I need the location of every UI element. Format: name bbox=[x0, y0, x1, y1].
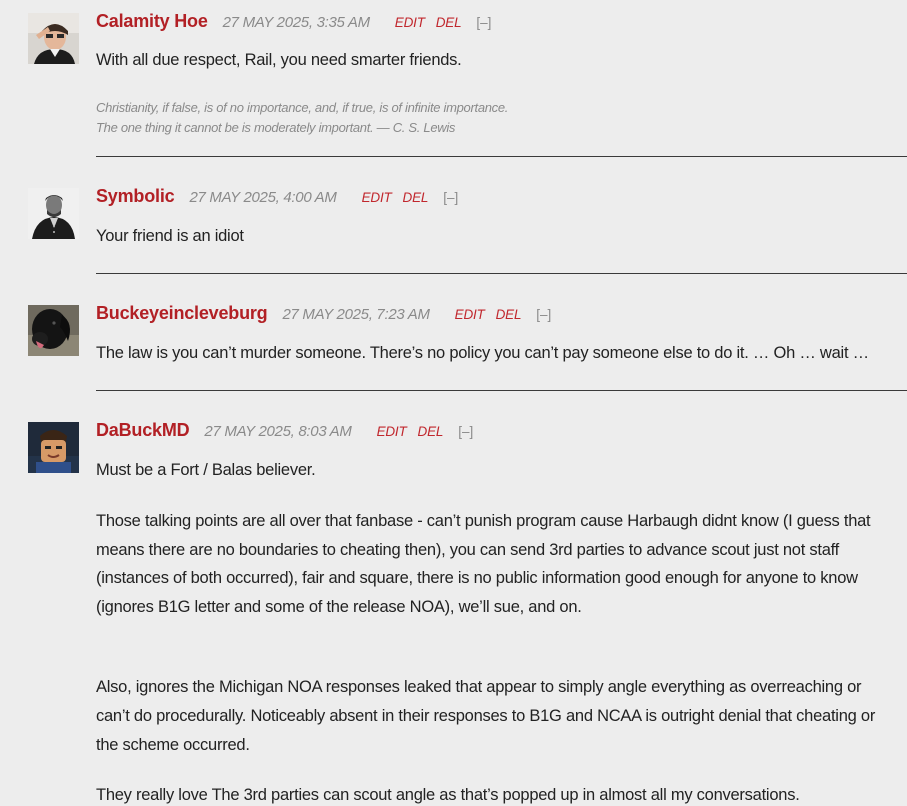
comment-paragraph: Must be a Fort / Balas believer. bbox=[96, 461, 316, 479]
user-signature: Christianity, if false, is of no importa… bbox=[96, 98, 896, 138]
author-name[interactable]: Calamity Hoe bbox=[96, 11, 208, 32]
delete-button[interactable]: DEL bbox=[418, 424, 444, 439]
comment-divider bbox=[96, 390, 907, 391]
author-name[interactable]: DaBuckMD bbox=[96, 420, 190, 441]
collapse-button[interactable]: [–] bbox=[458, 424, 473, 439]
comment-body: Must be a Fort / Balas believer. Those t… bbox=[96, 456, 896, 806]
comment-header: Buckeyeincleveburg 27 MAY 2025, 7:23 AM … bbox=[96, 303, 551, 327]
comment-body: With all due respect, Rail, you need sma… bbox=[96, 46, 896, 75]
avatar-general-portrait-icon[interactable] bbox=[28, 188, 79, 239]
comment-paragraph: They really love The 3rd parties can sco… bbox=[96, 786, 800, 805]
comment-header: DaBuckMD 27 MAY 2025, 8:03 AM EDIT DEL [… bbox=[96, 420, 473, 444]
edit-button[interactable]: EDIT bbox=[395, 15, 425, 30]
comment-timestamp: 27 MAY 2025, 4:00 AM bbox=[189, 189, 337, 206]
comment-divider bbox=[96, 273, 907, 274]
comment-header: Calamity Hoe 27 MAY 2025, 3:35 AM EDIT D… bbox=[96, 11, 491, 35]
delete-button[interactable]: DEL bbox=[403, 190, 429, 205]
avatar-black-dog-icon[interactable] bbox=[28, 305, 79, 356]
signature-line: Christianity, if false, is of no importa… bbox=[96, 100, 509, 115]
delete-button[interactable]: DEL bbox=[496, 307, 522, 322]
collapse-button[interactable]: [–] bbox=[443, 190, 458, 205]
comment-paragraph: Also, ignores the Michigan NOA responses… bbox=[96, 677, 876, 754]
comment-body: The law is you can’t murder someone. The… bbox=[96, 339, 896, 368]
comment-paragraph: With all due respect, Rail, you need sma… bbox=[96, 51, 462, 69]
comment-timestamp: 27 MAY 2025, 3:35 AM bbox=[222, 14, 370, 31]
comment-paragraph: Your friend is an idiot bbox=[96, 227, 244, 245]
comment-paragraph: The law is you can’t murder someone. The… bbox=[96, 344, 869, 362]
author-name[interactable]: Buckeyeincleveburg bbox=[96, 303, 268, 324]
comment-paragraph: Those talking points are all over that f… bbox=[96, 511, 871, 617]
delete-button[interactable]: DEL bbox=[436, 15, 462, 30]
avatar-saluting-man-icon[interactable] bbox=[28, 13, 79, 64]
avatar-cartoon-face-icon[interactable] bbox=[28, 422, 79, 473]
edit-button[interactable]: EDIT bbox=[377, 424, 407, 439]
comment-timestamp: 27 MAY 2025, 7:23 AM bbox=[282, 306, 430, 323]
collapse-button[interactable]: [–] bbox=[476, 15, 491, 30]
comment-body: Your friend is an idiot bbox=[96, 222, 896, 251]
comment-divider bbox=[96, 156, 907, 157]
collapse-button[interactable]: [–] bbox=[536, 307, 551, 322]
signature-line: The one thing it cannot be is moderately… bbox=[96, 120, 456, 135]
edit-button[interactable]: EDIT bbox=[455, 307, 485, 322]
comment-timestamp: 27 MAY 2025, 8:03 AM bbox=[204, 423, 352, 440]
comment-header: Symbolic 27 MAY 2025, 4:00 AM EDIT DEL [… bbox=[96, 186, 458, 210]
author-name[interactable]: Symbolic bbox=[96, 186, 175, 207]
edit-button[interactable]: EDIT bbox=[362, 190, 392, 205]
